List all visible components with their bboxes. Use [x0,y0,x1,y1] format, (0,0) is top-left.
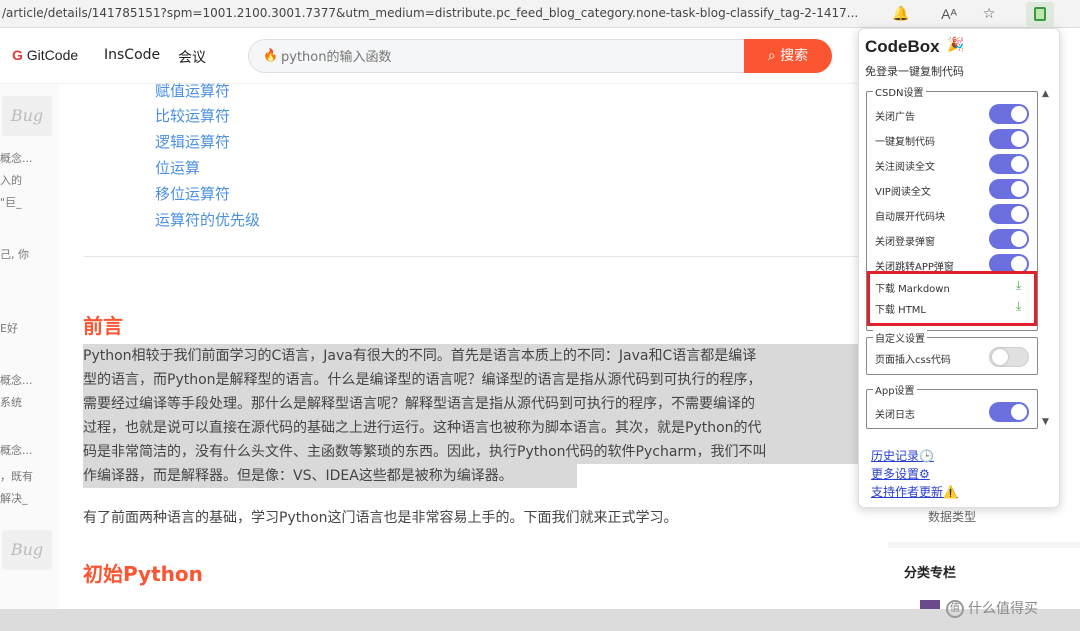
highlighted-text-line: Python相较于我们前面学习的C语言，Java有很大的不同。首先是语言本质上的… [83,344,859,368]
popup-title: CodeBox [865,37,940,56]
option-label: 页面插入css代码 [875,355,951,366]
group-legend: App设置 [873,382,917,397]
sidebar-snippet[interactable]: 解决_ [0,490,28,506]
option-label: 自动展开代码块 [875,212,945,223]
site-header: G GitCode InsCode 会议 🔥 ⌕ 搜索 [0,28,860,84]
custom-settings-group: 自定义设置 页面插入css代码 [866,330,1038,375]
section-heading-preface: 前言 [83,314,123,338]
toggle-read-full[interactable] [989,154,1029,174]
right-sidebar: 数据类型 分类专栏 [888,500,1080,610]
toc-link[interactable]: 移位运算符 [155,183,230,204]
option-label: 关闭广告 [875,112,915,123]
bell-icon[interactable]: 🔔 [890,3,912,25]
url-text[interactable]: /article/details/141785151?spm=1001.2100… [2,6,882,20]
highlighted-text-line: 型的语言，而Python是解释型的语言。什么是编译型的语言呢？编译型的语言是指从… [83,368,859,392]
sidebar-snippet[interactable]: E好 [0,320,18,336]
toc-link[interactable]: 位运算 [155,157,200,178]
section-heading-python: 初始Python [83,562,203,586]
toc-link[interactable]: 逻辑运算符 [155,131,230,152]
download-highlight-box: 下载 Markdown ⤓ 下载 HTML ⤓ [867,271,1037,326]
option-label: 关注阅读全文 [875,162,935,173]
toc-link[interactable]: 运算符的优先级 [155,209,260,230]
toc-link[interactable]: 赋值运算符 [155,80,230,101]
nav-meeting[interactable]: 会议 [178,47,206,67]
download-icon[interactable]: ⤓ [1016,299,1021,314]
sidebar-snippet[interactable]: 概念... [0,442,33,458]
highlighted-text-line: 作编译器，而是解释器。但是像：VS、IDEA这些都是被称为编译器。 [83,464,577,488]
toggle-close-login-popup[interactable] [989,229,1029,249]
column-thumbnail[interactable] [920,600,940,609]
history-link[interactable]: 历史记录🕒 [871,447,934,464]
browser-address-bar: /article/details/141785151?spm=1001.2100… [0,0,1080,28]
toggle-close-ads[interactable] [989,104,1029,124]
toggle-vip-read[interactable] [989,179,1029,199]
popup-subtitle: 免登录一键复制代码 [865,65,964,78]
app-settings-group: App设置 关闭日志 [866,382,1038,429]
sidebar-snippet[interactable]: 概念... [0,150,33,166]
toggle-insert-css[interactable] [989,347,1029,367]
highlighted-text-line: 过程，也就是说可以直接在源代码的基础之上进行运行。这种语言也被称为脚本语言。其次… [83,416,859,440]
more-settings-link[interactable]: 更多设置⚙ [871,465,930,482]
option-label: 关闭登录弹窗 [875,237,935,248]
option-label: VIP阅读全文 [875,187,931,198]
toggle-close-log[interactable] [989,402,1029,422]
toc-link[interactable]: 比较运算符 [155,105,230,126]
nav-inscode[interactable]: InsCode [104,47,160,63]
watermark-logo-icon: 值 [946,600,964,618]
download-icon[interactable]: ⤓ [1016,278,1021,293]
scroll-down-icon[interactable]: ▼ [1042,417,1049,427]
bug-card[interactable]: Bug [2,96,52,136]
download-html-link[interactable]: 下载 HTML [875,301,926,316]
article-paragraph: 有了前面两种语言的基础，学习Python这门语言也是非常容易上手的。下面我们就来… [83,510,678,526]
divider [888,542,1080,548]
toggle-copy-code[interactable] [989,129,1029,149]
read-aloud-icon[interactable]: Aᴬ [938,3,960,25]
sidebar-snippet[interactable]: 入的 [0,172,22,188]
search-input[interactable] [281,47,721,67]
toggle-expand-code[interactable] [989,204,1029,224]
option-label: 一键复制代码 [875,137,935,148]
codebox-extension-icon[interactable] [1026,2,1054,26]
support-author-link[interactable]: 支持作者更新⚠️ [871,483,958,500]
sidebar-snippet[interactable]: 系统 [0,394,22,410]
watermark: 值什么值得买 [946,598,1038,618]
sidebar-snippet[interactable]: "巨_ [0,194,22,210]
group-legend: CSDN设置 [873,84,926,99]
favorite-star-icon[interactable]: ☆ [978,3,1000,25]
right-sidebar-item[interactable]: 数据类型 [928,508,976,525]
fire-icon: 🔥 [263,48,278,62]
highlighted-text-line: 码是非常简洁的，没有什么头文件、主函数等繁琐的东西。因此，执行Python代码的… [83,440,859,464]
sidebar-snippet[interactable]: 概念... [0,372,33,388]
sidebar-snippet[interactable]: ，既有 [0,468,33,484]
party-icon: 🎉 [947,37,965,53]
codebox-popup: CodeBox 🎉 免登录一键复制代码 ▲ ▼ CSDN设置 关闭广告 一键复制… [858,28,1060,508]
sidebar-snippet[interactable]: 己, 你 [0,246,29,262]
highlighted-text-line: 需要经过编译等手段处理。那什么是解释型语言呢？解释型语言是指从源代码到可执行的程… [83,392,859,416]
search-button[interactable]: ⌕ 搜索 [744,39,832,73]
left-sidebar: Bug 概念... 入的 "巨_ 己, 你 E好 概念... 系统 概念... … [0,84,58,609]
category-column-title: 分类专栏 [904,566,957,581]
divider [84,256,860,257]
bug-card[interactable]: Bug [2,530,52,570]
download-markdown-link[interactable]: 下载 Markdown [875,280,950,295]
scroll-up-icon[interactable]: ▲ [1042,89,1049,99]
bottom-edge [0,609,1080,631]
gitcode-logo[interactable]: G GitCode [12,47,78,63]
group-legend: 自定义设置 [873,330,927,345]
search-box: 🔥 [248,39,748,73]
option-label: 关闭日志 [875,410,915,421]
